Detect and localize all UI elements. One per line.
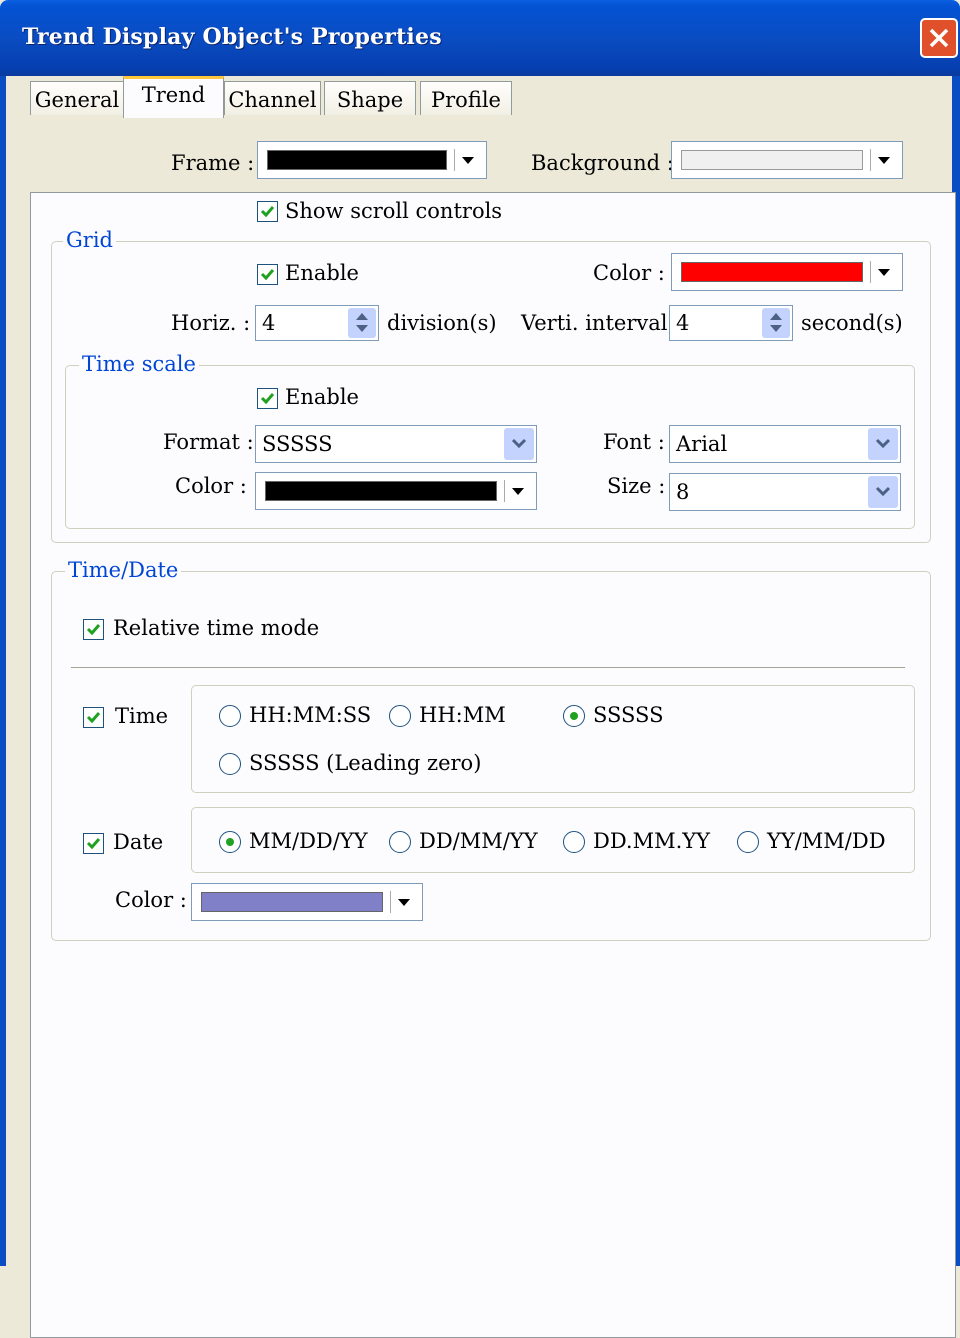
- horiz-value: 4: [262, 311, 276, 335]
- time-scale-enable-label: Enable: [285, 385, 359, 409]
- checkmark-icon: [260, 269, 275, 281]
- verti-interval-label: Verti. interval :: [521, 311, 682, 335]
- time-format-box: [191, 685, 915, 793]
- radio-mmddyy[interactable]: [219, 831, 241, 853]
- background-color-swatch: [681, 150, 863, 170]
- radio-ddmmyy-label: DD/MM/YY: [419, 829, 538, 853]
- checkmark-icon: [86, 624, 101, 636]
- size-dropdown-button[interactable]: [868, 476, 898, 508]
- chevron-down-icon: [462, 157, 474, 164]
- radio-hhmmss[interactable]: [219, 705, 241, 727]
- tab-general[interactable]: General: [30, 81, 124, 115]
- verti-interval-spinner[interactable]: 4: [669, 305, 793, 341]
- radio-sssss[interactable]: [563, 705, 585, 727]
- font-dropdown-button[interactable]: [868, 428, 898, 460]
- time-scale-group-title: Time scale: [79, 352, 199, 376]
- checkmark-icon: [260, 393, 275, 405]
- radio-yymmdd[interactable]: [737, 831, 759, 853]
- time-label: Time: [115, 704, 169, 728]
- spin-up-icon: [770, 313, 782, 320]
- date-label: Date: [113, 830, 164, 854]
- show-scroll-controls-checkbox[interactable]: [257, 201, 278, 222]
- date-checkbox[interactable]: [83, 833, 104, 854]
- radio-hhmm-label: HH:MM: [419, 703, 506, 727]
- radio-ddmmyy[interactable]: [389, 831, 411, 853]
- format-label: Format :: [163, 430, 254, 454]
- tab-shape[interactable]: Shape: [324, 81, 416, 115]
- spin-buttons[interactable]: [348, 308, 376, 338]
- chevron-down-icon: [511, 438, 527, 449]
- grid-color-label: Color :: [593, 261, 665, 285]
- chevron-down-icon: [875, 438, 891, 449]
- size-label: Size :: [607, 474, 666, 498]
- radio-hhmm[interactable]: [389, 705, 411, 727]
- frame-color-picker[interactable]: [257, 141, 487, 179]
- radio-hhmmss-label: HH:MM:SS: [249, 703, 372, 727]
- tab-profile[interactable]: Profile: [420, 81, 512, 115]
- tab-channel[interactable]: Channel: [224, 81, 321, 115]
- radio-dd-mm-yy[interactable]: [563, 831, 585, 853]
- time-scale-color-picker[interactable]: [255, 472, 537, 510]
- grid-group-title: Grid: [63, 228, 116, 252]
- show-scroll-controls-label: Show scroll controls: [285, 199, 503, 223]
- radio-yymmdd-label: YY/MM/DD: [767, 829, 886, 853]
- radio-sssss-label: SSSSS: [593, 703, 664, 727]
- spin-down-icon: [356, 325, 368, 332]
- verti-unit-label: second(s): [801, 311, 903, 335]
- format-dropdown-button[interactable]: [504, 428, 534, 460]
- time-scale-enable-checkbox[interactable]: [257, 388, 278, 409]
- size-select[interactable]: 8: [669, 473, 901, 511]
- time-date-group-title: Time/Date: [65, 558, 182, 582]
- chevron-down-icon: [398, 899, 410, 906]
- chevron-down-icon: [878, 157, 890, 164]
- grid-color-swatch: [681, 262, 863, 282]
- relative-time-mode-label: Relative time mode: [113, 616, 320, 640]
- background-label: Background :: [531, 151, 674, 175]
- font-value: Arial: [676, 432, 728, 456]
- background-color-picker[interactable]: [671, 141, 903, 179]
- checkmark-icon: [86, 838, 101, 850]
- separator: [71, 667, 905, 668]
- time-scale-color-label: Color :: [175, 474, 247, 498]
- horiz-unit-label: division(s): [387, 311, 497, 335]
- checkmark-icon: [86, 712, 101, 724]
- spin-buttons[interactable]: [762, 308, 790, 338]
- frame-label: Frame :: [171, 151, 255, 175]
- relative-time-mode-checkbox[interactable]: [83, 619, 104, 640]
- dialog-client: General Trend Channel Shape Profile Fram…: [6, 76, 956, 1338]
- frame-color-swatch: [267, 150, 447, 170]
- chevron-down-icon: [512, 488, 524, 495]
- spin-down-icon: [770, 325, 782, 332]
- radio-dd-mm-yy-label: DD.MM.YY: [593, 829, 711, 853]
- time-checkbox[interactable]: [83, 707, 104, 728]
- time-scale-color-swatch: [265, 481, 497, 501]
- verti-value: 4: [676, 311, 690, 335]
- format-select[interactable]: SSSSS: [255, 425, 537, 463]
- format-value: SSSSS: [262, 432, 333, 456]
- date-color-swatch: [201, 892, 383, 912]
- close-button[interactable]: [920, 18, 958, 58]
- checkmark-icon: [260, 206, 275, 218]
- font-select[interactable]: Arial: [669, 425, 901, 463]
- font-label: Font :: [603, 430, 665, 454]
- grid-color-picker[interactable]: [671, 253, 903, 291]
- horiz-divisions-spinner[interactable]: 4: [255, 305, 379, 341]
- close-icon: [929, 28, 949, 48]
- radio-sssss-leading-zero[interactable]: [219, 753, 241, 775]
- chevron-down-icon: [875, 486, 891, 497]
- grid-enable-label: Enable: [285, 261, 359, 285]
- chevron-down-icon: [878, 269, 890, 276]
- tab-trend[interactable]: Trend: [123, 76, 224, 118]
- spin-up-icon: [356, 313, 368, 320]
- radio-mmddyy-label: MM/DD/YY: [249, 829, 368, 853]
- radio-sssss-leading-zero-label: SSSSS (Leading zero): [249, 751, 482, 775]
- date-color-picker[interactable]: [191, 883, 423, 921]
- grid-enable-checkbox[interactable]: [257, 264, 278, 285]
- title-bar[interactable]: Trend Display Object's Properties: [0, 0, 960, 76]
- window-title: Trend Display Object's Properties: [22, 24, 442, 50]
- date-color-label: Color :: [115, 888, 187, 912]
- horiz-label: Horiz. :: [171, 311, 251, 335]
- size-value: 8: [676, 480, 690, 504]
- trend-tab-panel: Frame : Background : Show scroll control…: [30, 141, 956, 1338]
